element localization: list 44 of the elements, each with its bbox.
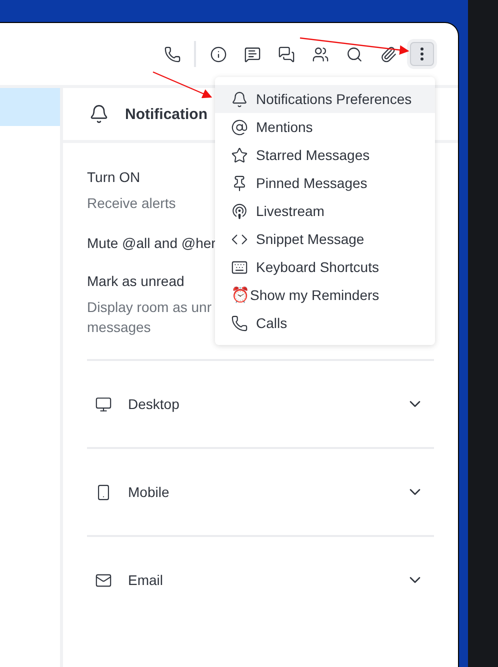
star-icon [231, 146, 248, 164]
menu-item[interactable]: ⏰Show my Reminders [215, 281, 435, 309]
section-label: Email [128, 572, 164, 588]
phone-icon [231, 314, 248, 332]
accordion-header[interactable]: Mobile [87, 447, 434, 535]
alarm-clock-icon: ⏰ [231, 286, 250, 304]
bell-icon [89, 104, 109, 124]
bell-icon [231, 90, 248, 108]
setting-hint: messages [87, 318, 151, 337]
info-icon [210, 46, 226, 62]
pin-icon [231, 174, 248, 192]
menu-item[interactable]: Keyboard Shortcuts [215, 253, 435, 281]
more-options-button[interactable] [410, 42, 434, 66]
menu-item[interactable]: Pinned Messages [215, 169, 435, 197]
setting-hint: Display room as unr [87, 298, 212, 317]
kebab-menu-icon [420, 47, 424, 61]
chat-icon [244, 46, 260, 62]
accordion-header[interactable]: Email [87, 535, 434, 623]
at-sign-icon [231, 118, 248, 136]
phone-icon [164, 46, 180, 62]
menu-item[interactable]: Snippet Message [215, 225, 435, 253]
setting-label: Turn ON [87, 169, 140, 185]
menu-item[interactable]: Calls [215, 309, 435, 337]
section-label: Desktop [128, 396, 180, 412]
setting-label: Mark as unread [87, 273, 184, 289]
paperclip-icon [380, 46, 396, 62]
setting-hint: Receive alerts [87, 194, 176, 213]
broadcast-icon [231, 202, 248, 220]
search-icon [346, 46, 362, 62]
mail-icon [95, 572, 112, 588]
menu-item[interactable]: Mentions [215, 113, 435, 141]
accordion-header[interactable]: Desktop [87, 359, 434, 447]
section-label: Mobile [128, 484, 170, 500]
speech-bubbles-icon [278, 46, 294, 62]
smartphone-icon [95, 484, 112, 500]
panel-title: Notification [125, 106, 208, 122]
users-icon [312, 46, 328, 62]
menu-item[interactable]: Notifications Preferences [215, 85, 435, 113]
keyboard-icon [231, 258, 248, 276]
annotation-arrow [152, 71, 212, 98]
setting-label: Mute @all and @her [87, 235, 216, 251]
monitor-icon [95, 396, 112, 412]
menu-item[interactable]: Starred Messages [215, 141, 435, 169]
menu-item[interactable]: Livestream [215, 197, 435, 225]
